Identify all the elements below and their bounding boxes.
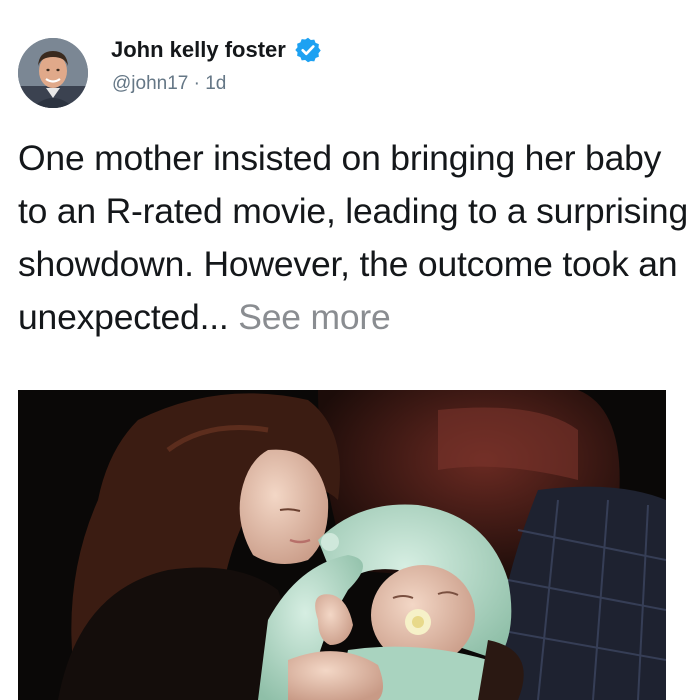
author-name-text[interactable]: John kelly foster	[111, 37, 286, 63]
avatar-photo-icon	[18, 38, 88, 108]
author-avatar[interactable]	[18, 38, 88, 108]
post-timestamp[interactable]: 1d	[205, 73, 226, 94]
post-text: One mother insisted on bringing her baby…	[18, 132, 688, 344]
post-image[interactable]	[18, 390, 666, 700]
author-name[interactable]: John kelly foster	[111, 36, 322, 64]
post-card: John kelly foster @john17 · 1d One mothe…	[0, 0, 700, 700]
verified-badge-icon	[294, 36, 322, 64]
post-meta: @john17 · 1d	[112, 73, 226, 95]
author-handle[interactable]: @john17	[112, 73, 188, 94]
meta-separator: ·	[188, 73, 206, 94]
see-more-link[interactable]: See more	[229, 297, 391, 337]
photo-mother-baby-icon	[18, 390, 666, 700]
